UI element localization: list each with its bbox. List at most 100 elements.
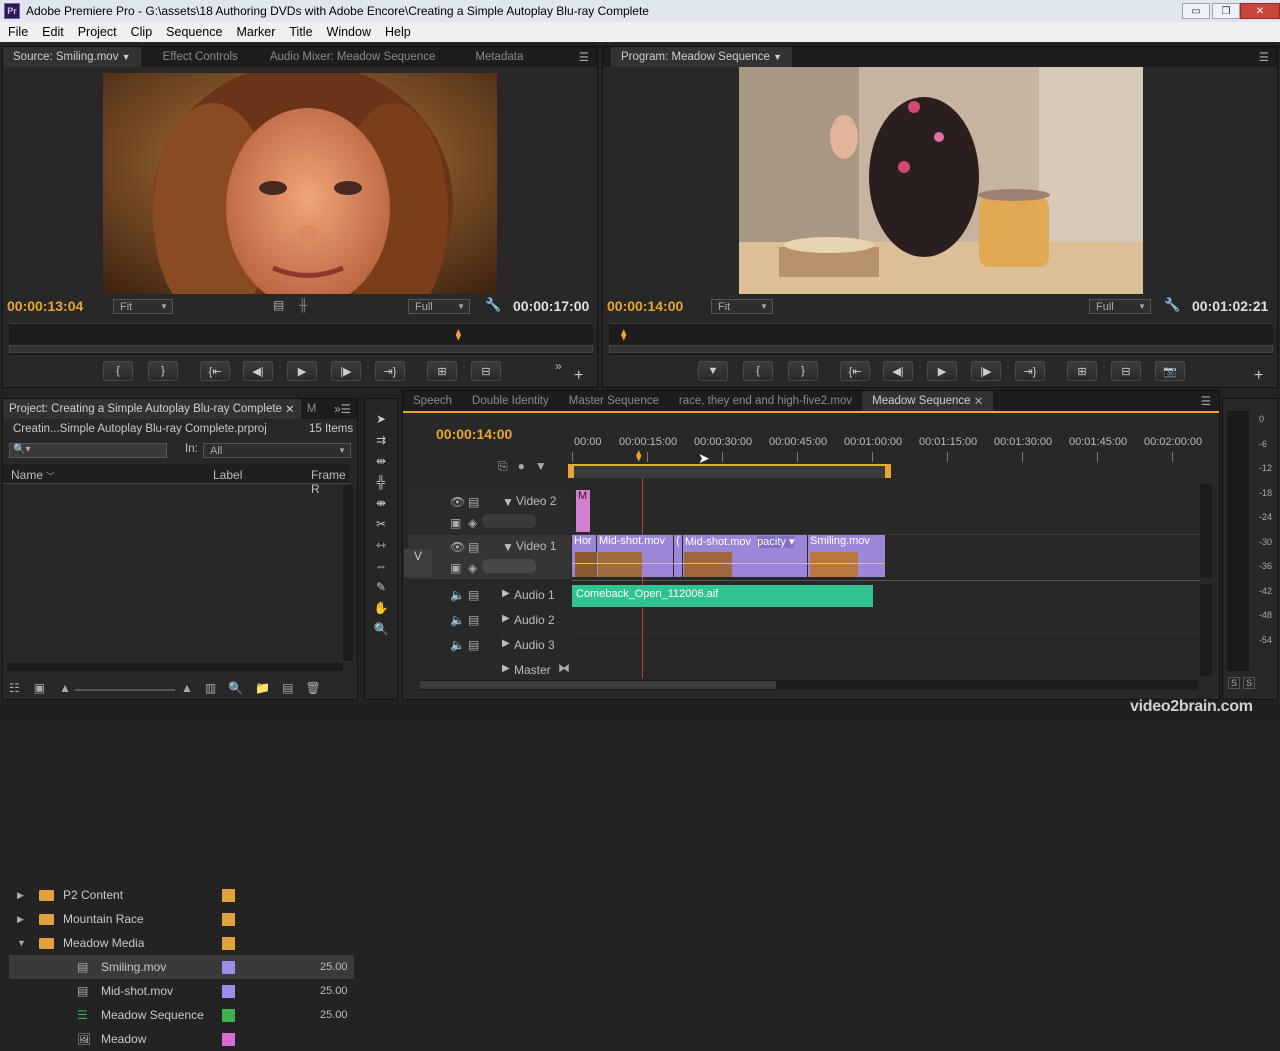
program-step-back-button[interactable]: ◀| (883, 361, 913, 381)
timeline-panel-menu-icon[interactable]: ☰ (1201, 394, 1211, 408)
source-zoom-scrollbar[interactable] (9, 345, 593, 353)
project-search-input[interactable]: 🔍▾ (9, 443, 167, 458)
master-meter-icon[interactable]: ⧓ (558, 661, 570, 675)
tab-double-identity[interactable]: Double Identity (462, 391, 559, 411)
icon-view-icon[interactable]: ▣ (34, 681, 45, 695)
keyframe-nav-blurred[interactable] (482, 514, 536, 528)
label-color-swatch[interactable] (222, 984, 235, 998)
collapse-triangle-icon[interactable]: ▶ (502, 663, 510, 674)
sync-lock-icon[interactable]: ▤ (468, 495, 479, 509)
thumbnail-size-slider[interactable] (75, 689, 175, 691)
button-editor-plus-icon[interactable]: + (574, 367, 583, 385)
step-back-button[interactable]: ◀| (243, 361, 273, 381)
more-controls-icon[interactable]: » (555, 359, 562, 373)
set-marker-icon[interactable]: ▼ (535, 459, 547, 474)
work-area-start-handle[interactable] (568, 464, 574, 478)
work-area-bar[interactable] (572, 464, 886, 478)
close-button[interactable]: ✕ (1240, 3, 1280, 19)
rate-stretch-tool-icon[interactable]: ⇼ (373, 495, 389, 511)
sync-lock-icon[interactable]: ▤ (468, 588, 479, 602)
tab-media-browser[interactable]: M (301, 399, 323, 419)
new-bin-icon[interactable]: 📁 (255, 681, 270, 695)
go-to-out-button[interactable]: ⇥} (375, 361, 405, 381)
hand-tool-icon[interactable]: ✋ (373, 600, 389, 616)
label-color-swatch[interactable] (222, 1008, 235, 1022)
tab-speech[interactable]: Speech (403, 391, 462, 411)
step-forward-button[interactable]: |▶ (331, 361, 361, 381)
menu-window[interactable]: Window (319, 25, 377, 39)
list-view-icon[interactable]: ☷ (9, 681, 20, 695)
col-name-header[interactable]: Name ﹀ (11, 468, 54, 482)
video-tracks-scrollbar[interactable] (1200, 484, 1212, 578)
slip-tool-icon[interactable]: ⇿ (373, 537, 389, 553)
collapse-triangle-icon[interactable]: ▶ (502, 638, 510, 649)
project-horizontal-scrollbar[interactable] (7, 663, 343, 671)
menu-sequence[interactable]: Sequence (158, 25, 228, 39)
add-marker-button[interactable]: ▼ (698, 361, 728, 381)
opacity-rubber-band[interactable] (572, 563, 885, 564)
slide-tool-icon[interactable]: ⇔ (373, 558, 389, 574)
ripple-edit-tool-icon[interactable]: ⇹ (373, 453, 389, 469)
program-panel-menu-icon[interactable]: ☰ (1259, 50, 1269, 64)
program-go-to-out-button[interactable]: ⇥} (1015, 361, 1045, 381)
sync-lock-icon[interactable]: ▤ (468, 638, 479, 652)
list-item[interactable]: ▤ Smiling.mov 25.00 (9, 955, 354, 979)
mark-in-button[interactable]: { (103, 361, 133, 381)
label-color-swatch[interactable] (222, 912, 235, 926)
mark-out-button[interactable]: } (148, 361, 178, 381)
menu-help[interactable]: Help (377, 25, 417, 39)
program-zoom-dropdown[interactable]: Fit ▼ (711, 299, 773, 314)
go-to-in-button[interactable]: {⇤ (200, 361, 230, 381)
speaker-icon[interactable]: 🔈 (450, 638, 465, 652)
expand-triangle-icon[interactable]: ▼ (17, 938, 26, 948)
panel-menu-icon[interactable]: ☰ (579, 50, 589, 64)
menu-clip[interactable]: Clip (123, 25, 159, 39)
program-step-forward-button[interactable]: |▶ (971, 361, 1001, 381)
tab-effect-controls[interactable]: Effect Controls (153, 47, 248, 67)
insert-button[interactable]: ⊞ (427, 361, 457, 381)
keyframe-icon[interactable]: ◈ (468, 516, 477, 530)
razor-tool-icon[interactable]: ✂ (373, 516, 389, 532)
collapse-triangle-icon[interactable]: ▶ (502, 613, 510, 624)
export-frame-button[interactable]: 📷 (1155, 361, 1185, 381)
source-quality-dropdown[interactable]: Full ▼ (408, 299, 470, 314)
menu-marker[interactable]: Marker (228, 25, 281, 39)
work-area-end-handle[interactable] (885, 464, 891, 478)
video-1-clip-3[interactable]: ( (674, 535, 682, 577)
program-playhead[interactable]: ⧫ (621, 328, 626, 341)
list-item[interactable]: ☰ Meadow Sequence 25.00 (9, 1003, 354, 1027)
maximize-button[interactable]: ❐ (1212, 3, 1240, 19)
menu-file[interactable]: File (0, 25, 34, 39)
video-2-clip[interactable]: M (576, 490, 590, 532)
source-current-timecode[interactable]: 00:00:13:04 (7, 298, 83, 314)
source-zoom-dropdown[interactable]: Fit ▼ (113, 299, 173, 314)
expand-triangle-icon[interactable]: ▼ (502, 540, 514, 554)
label-color-swatch[interactable] (222, 960, 235, 974)
timeline-playhead-handle[interactable]: ⧫ (636, 449, 641, 462)
display-style-icon[interactable]: ▣ (450, 561, 461, 575)
tab-meadow-sequence[interactable]: Meadow Sequence ✕ (862, 391, 994, 411)
set-encore-marker-icon[interactable]: ● (518, 459, 525, 474)
col-label-header[interactable]: Label (213, 468, 242, 482)
solo-left-button[interactable]: S (1228, 677, 1241, 689)
drag-video-icon[interactable]: ▤ (273, 298, 284, 312)
in-filter-dropdown[interactable]: All ▼ (203, 443, 351, 458)
timeline-ruler[interactable]: 00:00 00:00:15:00 00:00:30:00 00:00:45:00 00… (572, 434, 1202, 466)
project-vertical-scrollbar[interactable] (343, 485, 353, 661)
list-item[interactable]: ▶ P2 Content (9, 883, 354, 907)
menu-edit[interactable]: Edit (34, 25, 70, 39)
label-color-swatch[interactable] (222, 1032, 235, 1046)
snap-icon[interactable]: ⎘ (498, 459, 508, 474)
play-button[interactable]: ▶ (287, 361, 317, 381)
tab-project[interactable]: Project: Creating a Simple Autoplay Blu-… (3, 399, 301, 419)
menu-project[interactable]: Project (70, 25, 123, 39)
audio-1-clip[interactable]: Comeback_Open_112006.aif (572, 585, 873, 607)
drag-audio-icon[interactable]: ╫ (299, 298, 308, 312)
program-quality-dropdown[interactable]: Full ▼ (1089, 299, 1151, 314)
program-zoom-scrollbar[interactable] (609, 345, 1273, 353)
sync-lock-icon[interactable]: ▤ (468, 613, 479, 627)
tab-metadata[interactable]: Metadata (465, 47, 533, 67)
expand-triangle-icon[interactable]: ▶ (17, 914, 24, 925)
label-color-swatch[interactable] (222, 936, 235, 950)
pen-tool-icon[interactable]: ✎ (373, 579, 389, 595)
